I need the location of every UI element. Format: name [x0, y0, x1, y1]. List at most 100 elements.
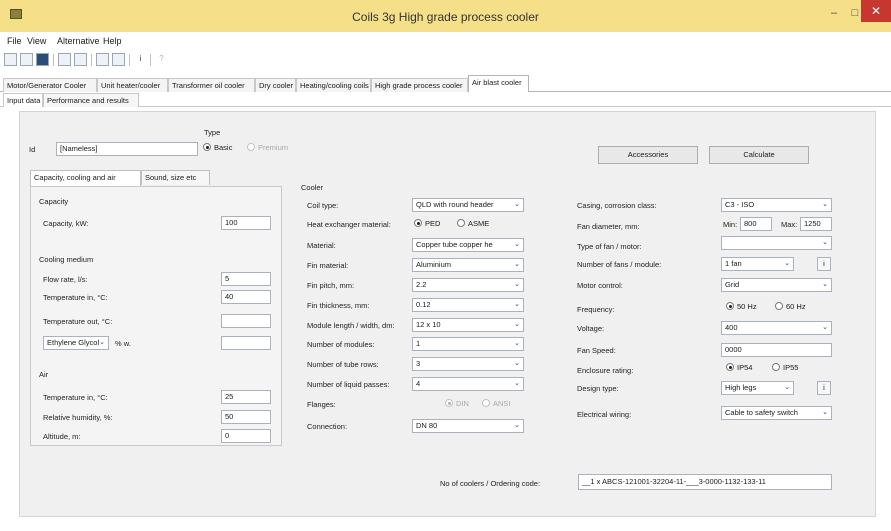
ped-radio[interactable]: PED — [414, 219, 440, 228]
fan-max-label: Max: — [781, 220, 798, 229]
coil-type-select[interactable]: QLD with round header ⌄ — [412, 198, 524, 212]
flange-din-label: DIN — [456, 399, 469, 408]
altitude-input[interactable]: 0 — [221, 429, 271, 443]
menu-help[interactable]: Help — [103, 36, 122, 46]
air-temp-in-input[interactable]: 25 — [221, 390, 271, 404]
chevron-down-icon: ⌄ — [784, 260, 790, 267]
type-premium-radio[interactable]: Premium — [247, 143, 288, 152]
tab-input-data[interactable]: Input data — [3, 93, 43, 107]
asme-radio[interactable]: ASME — [457, 219, 489, 228]
toolbar-separator — [150, 54, 151, 66]
help-icon[interactable]: ? — [155, 53, 168, 66]
cooling-medium-section-title: Cooling medium — [39, 255, 94, 264]
medium-temp-out-input[interactable] — [221, 314, 271, 328]
ped-label: PED — [425, 219, 441, 228]
voltage-label: Voltage: — [577, 324, 605, 333]
tube-rows-value: 3 — [416, 359, 421, 368]
fin-material-select[interactable]: Aluminium ⌄ — [412, 258, 524, 272]
design-type-select[interactable]: High legs ⌄ — [721, 381, 794, 395]
radio-dot — [726, 363, 734, 371]
flange-din-radio[interactable]: DIN — [445, 399, 469, 408]
fan-max-input[interactable]: 1250 — [800, 217, 832, 231]
open-icon[interactable] — [20, 53, 33, 66]
fans-per-module-label: Number of fans / module: — [577, 260, 662, 269]
tab-dry-cooler[interactable]: Dry cooler — [255, 78, 296, 92]
menu-view[interactable]: View — [27, 36, 46, 46]
medium-select[interactable]: Ethylene Glycol ⌄ — [43, 336, 109, 350]
tab-capacity-cooling-air[interactable]: Capacity, cooling and air — [30, 170, 141, 186]
menu-file[interactable]: File — [7, 36, 22, 46]
fans-info-button[interactable]: i — [817, 257, 831, 271]
fan-type-label: Type of fan / motor: — [577, 242, 642, 251]
flange-ansi-radio[interactable]: ANSI — [482, 399, 511, 408]
chevron-down-icon: ⌄ — [514, 380, 520, 387]
preview-icon[interactable] — [74, 53, 87, 66]
connection-select[interactable]: DN 80 ⌄ — [412, 419, 524, 433]
print-icon[interactable] — [58, 53, 71, 66]
wiring-label: Electrical wiring: — [577, 410, 632, 419]
save-icon[interactable] — [36, 53, 49, 66]
fin-thickness-select[interactable]: 0.12 ⌄ — [412, 298, 524, 312]
tab-performance-results[interactable]: Performance and results — [43, 93, 139, 107]
medium-percent-input[interactable] — [221, 336, 271, 350]
minimize-button[interactable]: – — [826, 6, 842, 20]
flow-rate-input[interactable]: 5 — [221, 272, 271, 286]
modules-select[interactable]: 1 ⌄ — [412, 337, 524, 351]
chevron-down-icon: ⌄ — [822, 281, 828, 288]
ordering-code-field[interactable]: __1 x ABCS-121001-32204-11-___3-0000-113… — [578, 474, 832, 490]
fan-type-select[interactable]: ⌄ — [721, 236, 832, 250]
tab-transformer-oil[interactable]: Transformer oil cooler — [168, 78, 255, 92]
fin-pitch-label: Fin pitch, mm: — [307, 281, 355, 290]
tab-unit-heater[interactable]: Unit heater/cooler — [97, 78, 168, 92]
casing-select[interactable]: C3 - ISO ⌄ — [721, 198, 832, 212]
tab-high-grade-process[interactable]: High grade process cooler — [371, 78, 468, 92]
wiring-select[interactable]: Cable to safety switch ⌄ — [721, 406, 832, 420]
radio-dot — [445, 399, 453, 407]
tube-rows-select[interactable]: 3 ⌄ — [412, 357, 524, 371]
chevron-down-icon: ⌄ — [514, 241, 520, 248]
tab-sound-size[interactable]: Sound, size etc — [141, 170, 210, 185]
calculate-button[interactable]: Calculate — [709, 146, 809, 164]
tab-motor-generator[interactable]: Motor/Generator Cooler — [3, 78, 97, 92]
menu-alternative[interactable]: Alternative — [57, 36, 100, 46]
fans-per-module-value: 1 fan — [725, 259, 742, 268]
radio-dot — [414, 219, 422, 227]
freq-50-radio[interactable]: 50 Hz — [726, 302, 757, 311]
humidity-label: Relative humidity, %: — [43, 413, 113, 422]
motor-control-label: Motor control: — [577, 281, 623, 290]
freq-60-radio[interactable]: 60 Hz — [775, 302, 806, 311]
humidity-input[interactable]: 50 — [221, 410, 271, 424]
liquid-passes-select[interactable]: 4 ⌄ — [412, 377, 524, 391]
design-info-button[interactable]: i — [817, 381, 831, 395]
copy-icon[interactable] — [96, 53, 109, 66]
fan-min-input[interactable]: 800 — [740, 217, 772, 231]
id-input[interactable]: [Nameless] — [56, 142, 198, 156]
fin-pitch-select[interactable]: 2.2 ⌄ — [412, 278, 524, 292]
material-label: Material: — [307, 241, 336, 250]
ip54-radio[interactable]: IP54 — [726, 363, 752, 372]
ip55-radio[interactable]: IP55 — [772, 363, 798, 372]
type-basic-radio[interactable]: Basic — [203, 143, 232, 152]
new-icon[interactable] — [4, 53, 17, 66]
tab-heating-cooling-coils[interactable]: Heating/cooling coils — [296, 78, 371, 92]
voltage-select[interactable]: 400 ⌄ — [721, 321, 832, 335]
fin-material-label: Fin material: — [307, 261, 349, 270]
paste-icon[interactable] — [112, 53, 125, 66]
material-select[interactable]: Copper tube copper he ⌄ — [412, 238, 524, 252]
chevron-down-icon: ⌄ — [822, 201, 828, 208]
title-bar: Coils 3g High grade process cooler – □ ✕ — [0, 0, 891, 32]
accessories-button[interactable]: Accessories — [598, 146, 698, 164]
medium-temp-in-input[interactable]: 40 — [221, 290, 271, 304]
fans-per-module-select[interactable]: 1 fan ⌄ — [721, 257, 794, 271]
chevron-down-icon: ⌄ — [514, 281, 520, 288]
motor-control-select[interactable]: Grid ⌄ — [721, 278, 832, 292]
fan-speed-input[interactable]: 0000 — [721, 343, 832, 357]
module-size-select[interactable]: 12 x 10 ⌄ — [412, 318, 524, 332]
radio-dot — [726, 302, 734, 310]
modules-value: 1 — [416, 339, 421, 348]
capacity-section-title: Capacity — [39, 197, 69, 206]
close-button[interactable]: ✕ — [861, 0, 891, 22]
info-icon[interactable]: i — [134, 53, 147, 66]
capacity-input[interactable]: 100 — [221, 216, 271, 230]
tab-air-blast-cooler[interactable]: Air blast cooler — [468, 75, 529, 92]
